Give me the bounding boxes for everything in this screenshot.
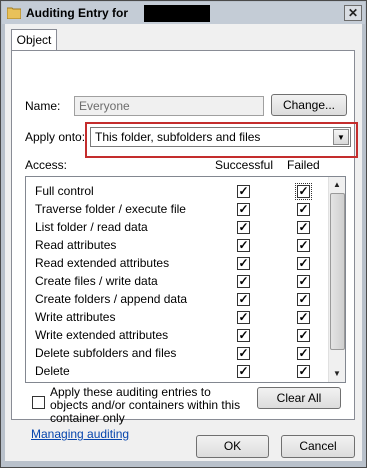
tab-object[interactable]: Object (11, 29, 57, 51)
failed-checkbox[interactable]: ✓ (297, 347, 310, 360)
name-label: Name: (25, 99, 61, 113)
permission-label: Write attributes (35, 310, 116, 324)
permission-row: Read attributes ✓ ✓ (26, 236, 331, 254)
successful-checkbox[interactable]: ✓ (237, 203, 250, 216)
permission-label: Traverse folder / execute file (35, 202, 186, 216)
change-button[interactable]: Change... (271, 94, 347, 116)
failed-checkbox[interactable]: ✓ (297, 311, 310, 324)
access-header: Access: (25, 158, 68, 172)
redacted-object-name (144, 5, 210, 22)
failed-checkbox[interactable]: ✓ (297, 239, 310, 252)
successful-checkbox[interactable]: ✓ (237, 221, 250, 234)
object-tab-panel: Name: Everyone Change... Apply onto: Thi… (11, 50, 358, 441)
apply-inherit-checkbox[interactable] (32, 396, 45, 409)
successful-checkbox[interactable]: ✓ (237, 365, 250, 378)
permission-label: Write extended attributes (35, 328, 169, 342)
permission-label: List folder / read data (35, 220, 148, 234)
permission-row: Write extended attributes ✓ ✓ (26, 326, 331, 344)
dialog-body: Object Name: Everyone Change... Apply on… (5, 24, 362, 461)
permission-row: Full control ✓ ✓ (26, 182, 331, 200)
close-button[interactable]: ✕ (344, 5, 362, 21)
permission-row: Create files / write data ✓ ✓ (26, 272, 331, 290)
permission-label: Read extended attributes (35, 256, 170, 270)
scroll-down-icon[interactable]: ▼ (329, 366, 345, 382)
permission-row: Read extended attributes ✓ ✓ (26, 254, 331, 272)
permission-label: Full control (35, 184, 94, 198)
scrollbar-thumb[interactable] (330, 193, 345, 350)
failed-checkbox[interactable]: ✓ (297, 275, 310, 288)
permission-label: Delete (35, 364, 70, 378)
permission-label: Delete subfolders and files (35, 346, 177, 360)
failed-checkbox[interactable]: ✓ (297, 365, 310, 378)
clear-all-button[interactable]: Clear All (257, 387, 341, 409)
successful-checkbox[interactable]: ✓ (237, 257, 250, 270)
permission-row: Delete ✓ ✓ (26, 362, 331, 380)
successful-checkbox[interactable]: ✓ (237, 311, 250, 324)
managing-auditing-link[interactable]: Managing auditing (31, 427, 129, 441)
failed-checkbox[interactable]: ✓ (297, 221, 310, 234)
permissions-list[interactable]: ▲ ▼ Full control ✓ ✓ Traverse folder / exec… (25, 176, 346, 383)
successful-checkbox[interactable]: ✓ (237, 347, 250, 360)
failed-checkbox[interactable]: ✓ (297, 203, 310, 216)
folder-icon (7, 7, 21, 19)
title-bar[interactable]: Auditing Entry for ✕ (2, 2, 365, 24)
failed-header: Failed (287, 158, 320, 172)
permission-label: Read attributes (35, 238, 117, 252)
auditing-entry-dialog: Auditing Entry for ✕ Object Name: Everyo… (0, 0, 367, 468)
name-field: Everyone (74, 96, 264, 116)
permission-row: Write attributes ✓ ✓ (26, 308, 331, 326)
permission-row: Delete subfolders and files ✓ ✓ (26, 344, 331, 362)
permission-label: Create files / write data (35, 274, 158, 288)
successful-checkbox[interactable]: ✓ (237, 329, 250, 342)
permission-row: Traverse folder / execute file ✓ ✓ (26, 200, 331, 218)
permission-label: Create folders / append data (35, 292, 188, 306)
ok-button[interactable]: OK (196, 435, 269, 458)
annotation-highlight-box (85, 122, 358, 158)
permission-row: Create folders / append data ✓ ✓ (26, 290, 331, 308)
permission-row: List folder / read data ✓ ✓ (26, 218, 331, 236)
failed-checkbox[interactable]: ✓ (297, 293, 310, 306)
failed-checkbox[interactable]: ✓ (297, 257, 310, 270)
window-title: Auditing Entry for (26, 6, 128, 20)
apply-onto-label: Apply onto: (25, 130, 86, 144)
scroll-up-icon[interactable]: ▲ (329, 177, 345, 193)
successful-checkbox[interactable]: ✓ (237, 185, 250, 198)
successful-checkbox[interactable]: ✓ (237, 293, 250, 306)
apply-inherit-label: Apply these auditing entries to objects … (50, 385, 241, 425)
successful-checkbox[interactable]: ✓ (237, 275, 250, 288)
failed-checkbox[interactable]: ✓ (295, 183, 312, 200)
cancel-button[interactable]: Cancel (281, 435, 355, 458)
successful-checkbox[interactable]: ✓ (237, 239, 250, 252)
successful-header: Successful (215, 158, 274, 172)
failed-checkbox[interactable]: ✓ (297, 329, 310, 342)
